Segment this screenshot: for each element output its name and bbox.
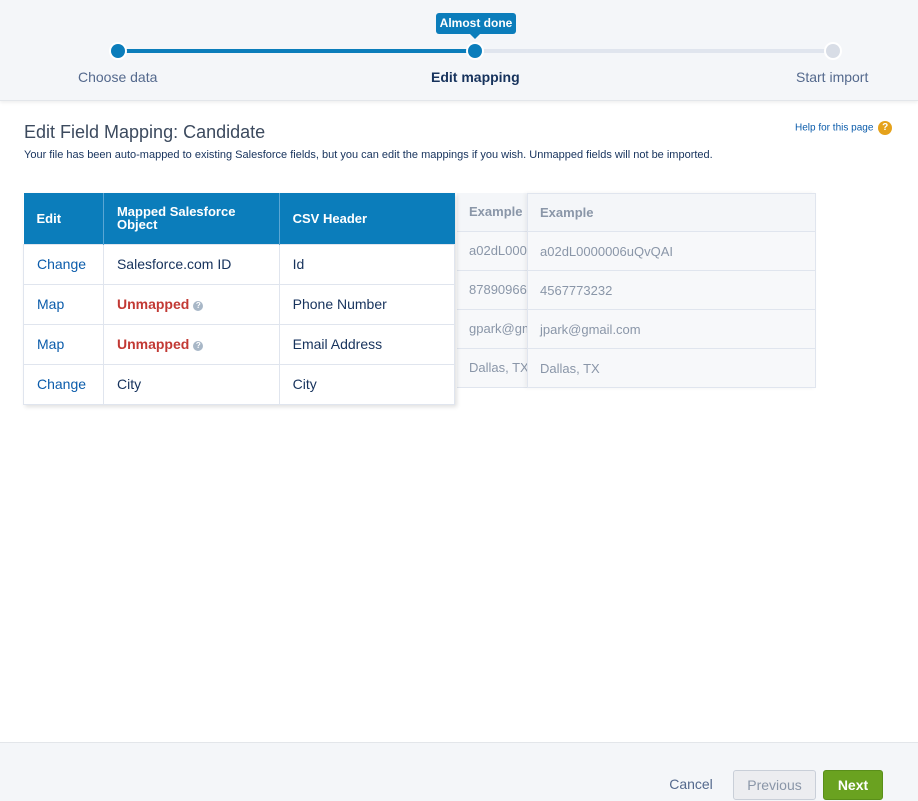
progress-tooltip: Almost done <box>436 13 516 39</box>
table-row: Change Salesforce.com ID Id <box>23 243 456 284</box>
step-dot-edit-mapping <box>468 44 482 58</box>
progress-track-fill <box>118 49 475 53</box>
help-link-label[interactable]: Help for this page <box>795 123 873 134</box>
mapped-object-cell: Unmapped? <box>103 283 280 324</box>
change-mapping-link[interactable]: Change <box>37 376 86 392</box>
info-question-icon[interactable]: ? <box>193 341 204 351</box>
step-dot-choose-data <box>111 44 125 58</box>
example-value: Dallas, TX <box>457 348 528 388</box>
map-field-link[interactable]: Map <box>37 296 64 312</box>
info-question-icon[interactable]: ? <box>193 301 204 311</box>
change-mapping-link[interactable]: Change <box>37 256 86 272</box>
mapped-object-cell: Salesforce.com ID <box>103 243 280 284</box>
example-value: jpark@gmail.com <box>527 309 816 349</box>
csv-header-cell: Id <box>279 243 456 284</box>
table-row: Map Unmapped? Phone Number <box>23 283 456 324</box>
step-dot-start-import <box>826 44 840 58</box>
table-header-row: Edit Mapped Salesforce Object CSV Header <box>23 193 455 244</box>
page-description: Your file has been auto-mapped to existi… <box>24 149 713 161</box>
step-label-edit-mapping: Edit mapping <box>431 69 520 85</box>
step-label-choose-data[interactable]: Choose data <box>78 69 157 85</box>
example-value: Dallas, TX <box>527 348 816 388</box>
example-header: Example <box>527 193 816 232</box>
previous-button[interactable]: Previous <box>733 770 816 800</box>
step-label-start-import: Start import <box>796 69 869 85</box>
mapped-object-cell: City <box>103 363 280 405</box>
example-value: 4567773232 <box>527 270 816 310</box>
column-header-mapped-object: Mapped Salesforce Object <box>103 193 280 244</box>
cancel-button[interactable]: Cancel <box>664 774 718 794</box>
csv-header-cell: Phone Number <box>279 283 456 324</box>
import-progress-bar: Almost done Choose data Edit mapping Sta… <box>0 0 918 101</box>
mapped-object-cell: Unmapped? <box>103 323 280 364</box>
field-mapping-table: Edit Mapped Salesforce Object CSV Header… <box>23 193 456 405</box>
next-button[interactable]: Next <box>823 770 883 800</box>
example-value: a02dL0000006uQvQAI <box>527 231 816 271</box>
page-title: Edit Field Mapping: Candidate <box>24 122 266 142</box>
unmapped-label: Unmapped <box>116 296 190 312</box>
example-value: a02dL0000 <box>457 231 528 271</box>
question-icon: ? <box>878 121 893 135</box>
map-field-link[interactable]: Map <box>37 336 64 352</box>
table-row: Map Unmapped? Email Address <box>23 323 456 364</box>
unmapped-label: Unmapped <box>116 336 190 352</box>
example-header: Example <box>457 193 528 232</box>
help-link[interactable]: Help for this page ? <box>795 121 893 135</box>
example-value: gpark@gm <box>457 309 528 349</box>
csv-header-cell: Email Address <box>279 323 456 364</box>
column-header-edit: Edit <box>23 193 104 244</box>
example-value: 878909660 <box>457 270 528 310</box>
example-column-1: Example a02dL0000 878909660 gpark@gm Dal… <box>457 193 528 388</box>
table-row: Change City City <box>23 363 456 405</box>
example-column-2: Example a02dL0000006uQvQAI 4567773232 jp… <box>527 193 816 388</box>
column-header-csv: CSV Header <box>279 193 455 244</box>
csv-header-cell: City <box>279 363 456 405</box>
